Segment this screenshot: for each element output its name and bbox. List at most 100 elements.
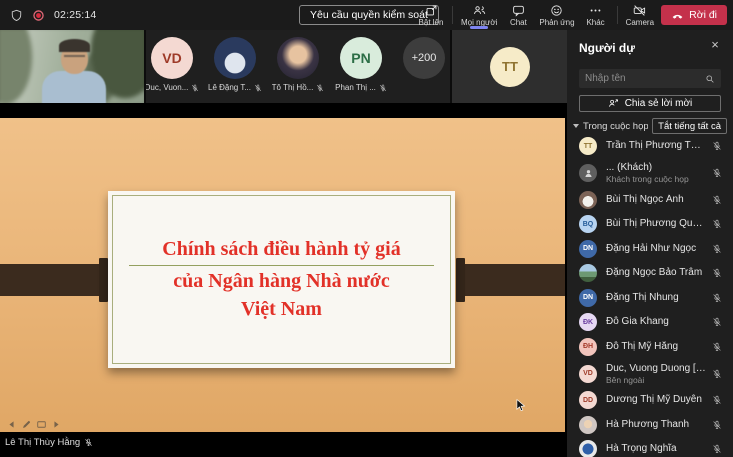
mute-all-button[interactable]: Tắt tiếng tất cả — [652, 118, 727, 134]
mic-off-icon[interactable] — [712, 317, 722, 327]
slideshow-toolbar — [6, 419, 62, 430]
popout-button[interactable]: Bật lên — [414, 0, 448, 30]
participant-name: Hà Trọng Nghĩa — [606, 443, 706, 455]
participant-avatar: DD — [579, 391, 597, 409]
search-input[interactable] — [585, 73, 701, 84]
mic-off-icon[interactable] — [712, 141, 722, 151]
screen-share-stage: Chính sách điều hành tỷ giá của Ngân hàn… — [0, 103, 565, 457]
invite-icon — [608, 98, 619, 109]
participant-row[interactable]: BQ Bùi Thị Phương Quyền — [567, 212, 733, 237]
more-button[interactable]: Khác — [579, 0, 613, 30]
mic-off-icon[interactable] — [712, 293, 722, 303]
participant-label: Lê Đặng T... — [208, 83, 251, 92]
more-label: Khác — [586, 18, 604, 27]
slide-ribbon-cap — [456, 258, 465, 302]
slide-ribbon-left — [0, 264, 101, 296]
participant-name: Dương Thị Mỹ Duyên — [606, 394, 706, 406]
strip-participant[interactable]: VD Duc, Vuon... — [146, 37, 198, 103]
slide-title-card: Chính sách điều hành tỷ giá của Ngân hàn… — [108, 191, 455, 368]
participant-list: TT Trần Thị Phương Thanh ... (Khách) Khá… — [567, 134, 733, 457]
chat-icon — [512, 4, 525, 17]
search-box[interactable] — [579, 69, 721, 88]
leave-label: Rời đi — [689, 9, 717, 21]
hangup-icon — [671, 9, 684, 22]
participant-avatar — [579, 440, 597, 457]
people-icon — [473, 4, 486, 17]
mic-off-icon[interactable] — [712, 244, 722, 254]
chat-label: Chat — [510, 18, 527, 27]
participant-row[interactable]: DN Đặng Hải Như Ngọc — [567, 237, 733, 262]
mic-off-icon[interactable] — [712, 444, 722, 454]
participant-name: Đỗ Thị Mỹ Hằng — [606, 341, 706, 353]
leave-button[interactable]: Rời đi — [661, 5, 727, 25]
recording-icon — [32, 9, 45, 22]
participant-row[interactable]: ... (Khách) Khách trong cuộc họp — [567, 159, 733, 188]
reactions-label: Phản ứng — [539, 18, 574, 27]
participant-row[interactable]: Hà Phương Thanh — [567, 413, 733, 438]
mic-off-icon[interactable] — [712, 195, 722, 205]
participant-avatar: ĐH — [579, 338, 597, 356]
participant-avatar: VD — [579, 365, 597, 383]
participant-label: Duc, Vuon... — [145, 83, 189, 92]
mic-off-icon — [316, 84, 324, 92]
participant-row[interactable]: VD Duc, Vuong Duong [DFVN] Bên ngoài — [567, 359, 733, 388]
participant-avatar — [277, 37, 319, 79]
search-icon — [705, 74, 715, 84]
participant-label: Phan Thị ... — [335, 83, 376, 92]
participant-row[interactable]: ĐH Đỗ Thị Mỹ Hằng — [567, 335, 733, 360]
mic-off-icon[interactable] — [712, 168, 722, 178]
slide-title: Chính sách điều hành tỷ giá của Ngân hàn… — [108, 191, 455, 323]
strip-participant[interactable]: +200 — [398, 37, 450, 103]
close-panel-button[interactable]: × — [705, 35, 725, 55]
participants-panel: Người dự × Chia sẻ lời mời Trong cuộc họ… — [567, 30, 733, 457]
popout-icon — [425, 4, 438, 17]
participant-row[interactable]: DN Đặng Thị Nhung — [567, 286, 733, 311]
strip-participant[interactable]: Lê Đặng T... — [209, 37, 261, 103]
slide-panel-icon — [36, 419, 47, 430]
participant-name: Đặng Hải Như Ngọc — [606, 243, 706, 255]
participant-row[interactable]: TT Trần Thị Phương Thanh — [567, 134, 733, 159]
toolbar-divider — [452, 6, 453, 24]
mic-off-icon[interactable] — [712, 219, 722, 229]
share-invite-label: Chia sẻ lời mời — [625, 98, 693, 109]
slide-title-rule — [129, 265, 434, 266]
people-button[interactable]: Mọi người — [457, 0, 501, 30]
participant-row[interactable]: Bùi Thị Ngọc Ánh — [567, 188, 733, 213]
strip-participant[interactable]: Tô Thị Hồ... — [272, 37, 324, 103]
mic-off-icon[interactable] — [712, 342, 722, 352]
participant-row[interactable]: Hà Trọng Nghĩa — [567, 437, 733, 457]
chevron-down-icon[interactable] — [573, 124, 579, 128]
reactions-button[interactable]: Phản ứng — [535, 0, 578, 30]
people-label: Mọi người — [461, 18, 497, 27]
camera-label: Camera — [626, 18, 654, 27]
chat-button[interactable]: Chat — [501, 0, 535, 30]
participant-avatar — [579, 164, 597, 182]
participant-avatar: +200 — [403, 37, 445, 79]
participant-row[interactable]: Đặng Ngọc Bảo Trâm — [567, 261, 733, 286]
spotlight-tile[interactable]: TT — [450, 30, 568, 103]
mic-off-icon[interactable] — [712, 369, 722, 379]
section-label: Trong cuộc họp này (206) — [583, 121, 648, 132]
participant-name: Đặng Ngọc Bảo Trâm — [606, 267, 706, 279]
participant-row[interactable]: ĐK Đỗ Gia Khang — [567, 310, 733, 335]
camera-button[interactable]: Camera — [622, 0, 658, 30]
mic-off-icon[interactable] — [712, 420, 722, 430]
mic-off-icon[interactable] — [712, 395, 722, 405]
meeting-status: 02:25:14 — [10, 0, 96, 30]
participant-name: Duc, Vuong Duong [DFVN] — [606, 363, 706, 375]
strip-participant[interactable]: PN Phan Thị ... — [335, 37, 387, 103]
live-video-tile[interactable] — [0, 30, 146, 103]
mic-off-icon[interactable] — [712, 268, 722, 278]
popout-label: Bật lên — [419, 18, 444, 27]
mic-off-icon — [254, 84, 262, 92]
shared-slide: Chính sách điều hành tỷ giá của Ngân hàn… — [0, 118, 565, 432]
mic-off-icon — [379, 84, 387, 92]
meeting-window: 02:25:14 Yêu cầu quyền kiểm soát Bật lên… — [0, 0, 733, 457]
share-invite-button[interactable]: Chia sẻ lời mời — [579, 95, 721, 112]
slide-title-line-1: Chính sách điều hành tỷ giá — [108, 235, 455, 263]
participant-avatar — [579, 416, 597, 434]
participant-label: Tô Thị Hồ... — [272, 83, 314, 92]
participant-row[interactable]: DD Dương Thị Mỹ Duyên — [567, 388, 733, 413]
participant-subtitle: Khách trong cuộc họp — [606, 174, 706, 184]
slide-title-line-2: của Ngân hàng Nhà nước — [108, 267, 455, 295]
